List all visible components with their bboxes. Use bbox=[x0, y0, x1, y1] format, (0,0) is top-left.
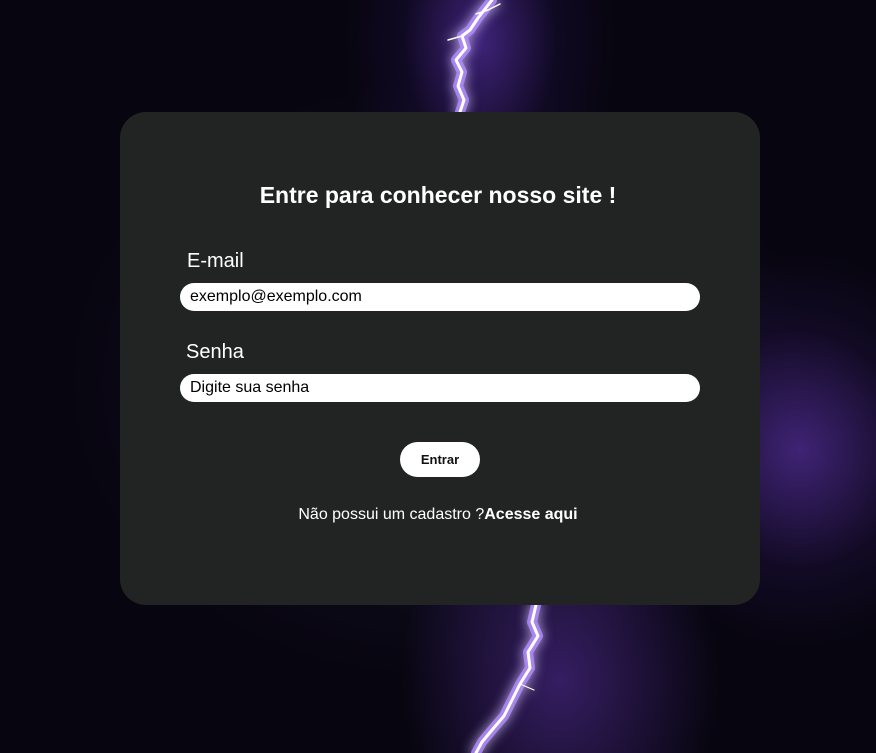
email-field[interactable] bbox=[180, 283, 700, 311]
login-button[interactable]: Entrar bbox=[400, 442, 480, 477]
signup-link[interactable]: Acesse aqui bbox=[484, 506, 577, 523]
password-field[interactable] bbox=[180, 374, 700, 402]
password-label: Senha bbox=[186, 341, 244, 363]
page-title: Entre para conhecer nosso site ! bbox=[259, 182, 617, 208]
signup-prompt-text: Não possui um cadastro ? bbox=[298, 506, 485, 523]
email-label: E-mail bbox=[187, 250, 244, 272]
signup-prompt: Não possui um cadastro ?Acesse aqui bbox=[0, 506, 876, 524]
